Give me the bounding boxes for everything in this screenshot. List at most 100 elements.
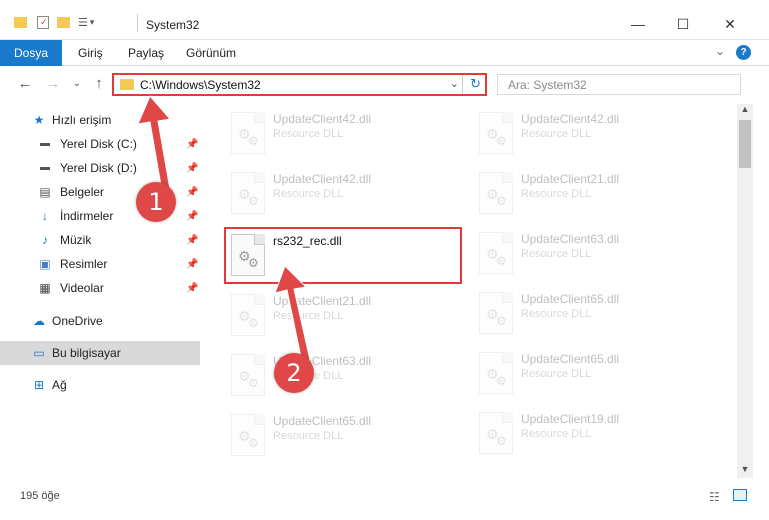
document-icon: ▤ [39, 185, 51, 199]
sidebar-item-network[interactable]: ⊞ Ağ [0, 373, 200, 397]
minimize-button[interactable]: — [616, 14, 660, 34]
refresh-button[interactable]: ↻ [470, 76, 481, 92]
back-button[interactable]: ← [16, 74, 34, 94]
file-type: Resource DLL [521, 128, 592, 140]
file-item[interactable]: ⚙⚙ UpdateClient63.dll Resource DLL [473, 226, 713, 278]
scroll-down-icon[interactable]: ▼ [737, 464, 753, 478]
file-item[interactable]: ⚙ ⚙ UpdateClient65.dll Resource DLL [473, 286, 713, 338]
pin-icon[interactable]: 📌 [186, 187, 198, 198]
picture-icon: ▣ [39, 257, 51, 271]
dll-file-icon: ⚙ ⚙ [231, 112, 265, 154]
dll-file-icon: ⚙ ⚙ [231, 354, 265, 396]
large-icons-view-icon[interactable] [733, 489, 747, 501]
pin-icon[interactable]: 📌 [186, 211, 198, 222]
file-item[interactable]: ⚙⚙ UpdateClient63.dll Resource DLL [225, 348, 465, 400]
cloud-icon: ☁ [33, 314, 45, 328]
navigation-pane: ★ Hızlı erişim ▬ Yerel Disk (C:) 📌 ▬ Yer… [0, 104, 205, 478]
recent-locations-button[interactable]: ⌄ [68, 74, 86, 94]
search-input[interactable]: Ara: System32 [497, 74, 741, 95]
address-dropdown-icon[interactable]: ⌄ [450, 77, 459, 90]
file-name: UpdateClient65.dll [521, 292, 620, 306]
dll-file-icon: ⚙ ⚙ [479, 232, 513, 274]
vertical-scrollbar[interactable]: ▲ ▼ [737, 104, 753, 478]
tab-home[interactable]: Giriş [72, 40, 109, 66]
file-item[interactable]: ⚙ ⚙ UpdateClient65.dll Resource DLL [225, 408, 465, 460]
file-item[interactable]: ⚙ ⚙ UpdateClient65.dll Resource DLL [473, 346, 713, 398]
sidebar-item-local-disk-d[interactable]: ▬ Yerel Disk (D:) 📌 [0, 156, 200, 180]
file-name: UpdateClient63.dll [521, 232, 620, 246]
tab-share[interactable]: Paylaş [122, 40, 170, 66]
file-type: Resource DLL [521, 308, 592, 320]
pin-icon[interactable]: 📌 [186, 283, 198, 294]
computer-icon: ▭ [33, 346, 45, 360]
file-name: UpdateClient21.dll [273, 294, 372, 308]
drive-icon: ▬ [40, 162, 50, 173]
network-icon: ⊞ [33, 378, 45, 392]
file-item[interactable]: ⚙ ⚙ UpdateClient42.dll Resource DLL [225, 106, 465, 158]
sidebar-item-pictures[interactable]: ▣ Resimler 📌 [0, 252, 200, 276]
sidebar-item-label: Resimler [60, 257, 108, 271]
pin-icon[interactable]: 📌 [186, 259, 198, 270]
star-icon: ★ [33, 113, 45, 127]
status-bar: 195 öğe ☷ [0, 484, 769, 520]
address-path[interactable]: C:\Windows\System32 [140, 78, 261, 92]
sidebar-item-local-disk-c[interactable]: ▬ Yerel Disk (C:) 📌 [0, 132, 200, 156]
help-icon[interactable]: ? [736, 45, 751, 60]
sidebar-item-label: İndirmeler [60, 209, 114, 223]
sidebar-item-this-pc[interactable]: ▭ Bu bilgisayar [0, 341, 200, 365]
sidebar-item-label: Hızlı erişim [52, 113, 112, 127]
step-marker-2: 2 [274, 353, 314, 393]
tab-file[interactable]: Dosya [0, 40, 62, 66]
up-button[interactable]: ↑ [90, 74, 108, 94]
dll-file-icon: ⚙ ⚙ [231, 414, 265, 456]
file-name: UpdateClient65.dll [521, 352, 620, 366]
sidebar-item-onedrive[interactable]: ☁ OneDrive [0, 309, 200, 333]
file-name: UpdateClient42.dll [521, 112, 620, 126]
sidebar-item-quick-access[interactable]: ★ Hızlı erişim [0, 108, 200, 132]
highlight-box [224, 227, 462, 284]
scroll-thumb[interactable] [739, 120, 751, 168]
file-name: UpdateClient42.dll [273, 172, 372, 186]
file-type: Resource DLL [273, 188, 344, 200]
file-type: Resource DLL [521, 368, 592, 380]
properties-icon[interactable]: ✓ [37, 15, 49, 29]
maximize-button[interactable]: ☐ [661, 14, 705, 34]
forward-button[interactable]: → [44, 74, 62, 94]
dll-file-icon: ⚙ ⚙ [231, 294, 265, 336]
title-separator [137, 14, 138, 32]
search-placeholder: Ara: System32 [508, 78, 587, 92]
ribbon-expand-icon[interactable]: ⌄ [715, 44, 725, 58]
title-bar: ✓ ☰ ▾ System32 — ☐ ✕ [0, 0, 769, 40]
sidebar-item-label: OneDrive [52, 314, 103, 328]
quick-access-toolbar: ✓ ☰ ▾ [14, 14, 94, 30]
file-item[interactable]: ⚙ ⚙ UpdateClient42.dll Resource DLL [473, 106, 713, 158]
folder-icon[interactable] [14, 16, 27, 28]
close-button[interactable]: ✕ [708, 14, 752, 34]
tab-view[interactable]: Görünüm [180, 40, 242, 66]
scroll-up-icon[interactable]: ▲ [737, 104, 753, 118]
folder-icon [120, 79, 134, 90]
sidebar-item-videos[interactable]: ▦ Videolar 📌 [0, 276, 200, 300]
pin-icon[interactable]: 📌 [186, 163, 198, 174]
view-options-icon[interactable]: ☰ [78, 16, 88, 29]
sidebar-item-label: Bu bilgisayar [52, 346, 121, 360]
file-item[interactable]: ⚙ ⚙ UpdateClient42.dll Resource DLL [225, 166, 465, 218]
address-separator [462, 75, 463, 94]
details-view-icon[interactable]: ☷ [709, 490, 720, 504]
dll-file-icon: ⚙ ⚙ [479, 352, 513, 394]
navigation-bar: ← → ⌄ ↑ C:\Windows\System32 ⌄ ↻ Ara: Sys… [0, 66, 769, 102]
file-name: UpdateClient21.dll [521, 172, 620, 186]
step-marker-1: 1 [136, 182, 176, 222]
address-bar[interactable]: C:\Windows\System32 ⌄ ↻ [112, 73, 487, 96]
dll-file-icon: ⚙ ⚙ [479, 412, 513, 454]
file-item[interactable]: ⚙ ⚙ UpdateClient19.dll Resource DLL [473, 406, 713, 458]
new-folder-icon[interactable] [57, 16, 70, 28]
file-item[interactable]: ⚙ ⚙ UpdateClient21.dll Resource DLL [225, 288, 465, 340]
sidebar-item-music[interactable]: ♪ Müzik 📌 [0, 228, 200, 252]
ribbon-tabs: Dosya Giriş Paylaş Görünüm ⌄ ? [0, 40, 769, 66]
customize-dropdown-icon[interactable]: ▾ [90, 17, 95, 28]
file-type: Resource DLL [521, 248, 592, 260]
file-item[interactable]: ⚙ ⚙ UpdateClient21.dll Resource DLL [473, 166, 713, 218]
pin-icon[interactable]: 📌 [186, 139, 198, 150]
pin-icon[interactable]: 📌 [186, 235, 198, 246]
